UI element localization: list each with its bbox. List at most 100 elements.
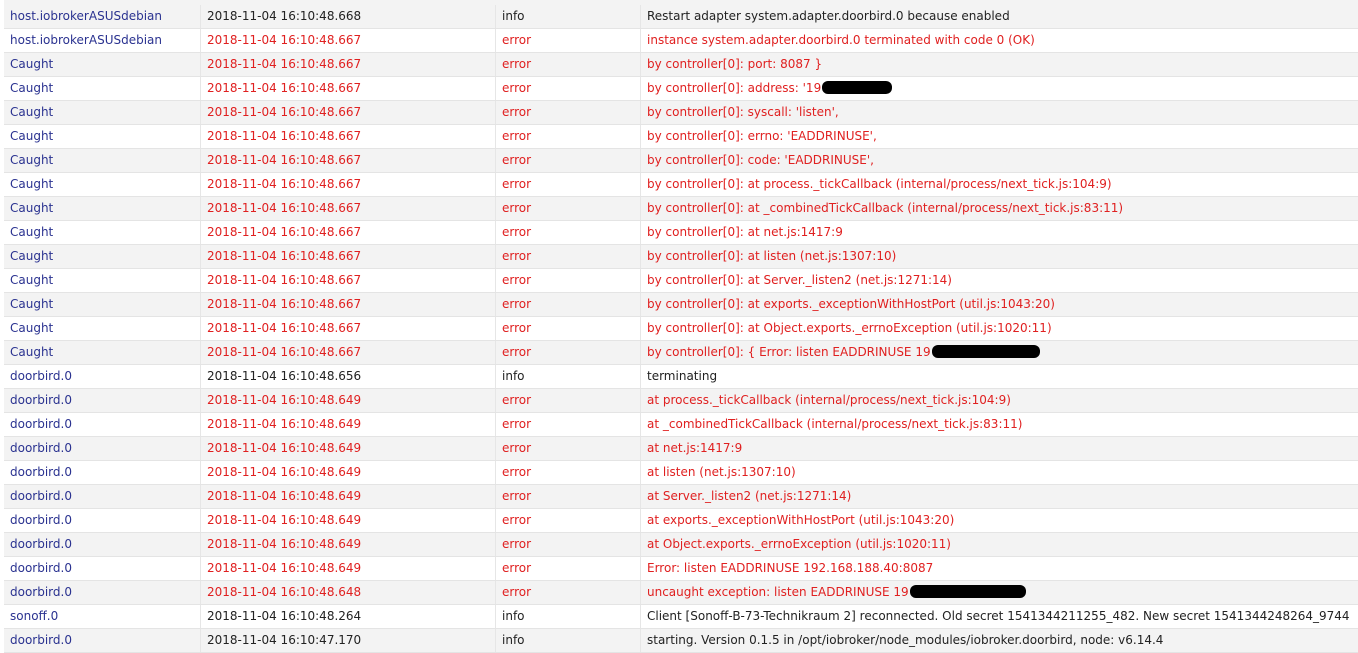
log-severity: error — [496, 221, 641, 245]
log-row[interactable]: doorbird.02018-11-04 16:10:48.649errorEr… — [4, 557, 1358, 581]
log-row[interactable]: Caught2018-11-04 16:10:48.667errorby con… — [4, 53, 1358, 77]
log-message: by controller[0]: errno: 'EADDRINUSE', — [641, 125, 1358, 149]
log-row[interactable]: doorbird.02018-11-04 16:10:48.649errorat… — [4, 485, 1358, 509]
log-message-text: terminating — [647, 369, 717, 383]
log-row[interactable]: Caught2018-11-04 16:10:48.667errorby con… — [4, 221, 1358, 245]
log-source-text: Caught — [10, 345, 53, 359]
log-severity-text: error — [502, 585, 531, 599]
log-row[interactable]: Caught2018-11-04 16:10:48.667errorby con… — [4, 317, 1358, 341]
log-source: doorbird.0 — [4, 389, 201, 413]
log-message-text: by controller[0]: at net.js:1417:9 — [647, 225, 843, 239]
log-row[interactable]: doorbird.02018-11-04 16:10:47.170infosta… — [4, 629, 1358, 653]
log-table: host.iobrokerASUSdebian 2018-11-04 16:10:… — [4, 5, 1358, 653]
log-severity-text: error — [502, 465, 531, 479]
log-message-text: by controller[0]: address: '19 — [647, 81, 821, 95]
log-row[interactable]: host.iobrokerASUSdebian2018-11-04 16:10:… — [4, 5, 1358, 29]
log-source-text: Caught — [10, 321, 53, 335]
log-row[interactable]: doorbird.02018-11-04 16:10:48.649errorat… — [4, 509, 1358, 533]
log-timestamp-text: 2018-11-04 16:10:48.667 — [207, 57, 361, 71]
log-severity: error — [496, 53, 641, 77]
log-row[interactable]: Caught2018-11-04 16:10:48.667errorby con… — [4, 245, 1358, 269]
log-source: sonoff.0 — [4, 605, 201, 629]
log-severity-text: error — [502, 129, 531, 143]
log-message-text: at process._tickCallback (internal/proce… — [647, 393, 1011, 407]
log-source-text: host.iobrokerASUSdebian — [10, 33, 162, 47]
log-timestamp: 2018-11-04 16:10:48.667 — [201, 341, 496, 365]
log-row[interactable]: doorbird.02018-11-04 16:10:48.656infoter… — [4, 365, 1358, 389]
log-message: Error: listen EADDRINUSE 192.168.188.40:… — [641, 557, 1358, 581]
log-severity: error — [496, 461, 641, 485]
log-source: Caught — [4, 53, 201, 77]
log-severity: error — [496, 509, 641, 533]
log-message: at Server._listen2 (net.js:1271:14) — [641, 485, 1358, 509]
log-source: Caught — [4, 173, 201, 197]
log-timestamp-text: 2018-11-04 16:10:48.667 — [207, 153, 361, 167]
log-timestamp: 2018-11-04 16:10:48.667 — [201, 125, 496, 149]
log-row[interactable]: Caught2018-11-04 16:10:48.667errorby con… — [4, 173, 1358, 197]
log-source: Caught — [4, 149, 201, 173]
log-message-text: at listen (net.js:1307:10) — [647, 465, 796, 479]
log-row[interactable]: Caught 2018-11-04 16:10:48.667 errorby con… — [4, 197, 1358, 221]
log-row[interactable]: doorbird.02018-11-04 16:10:48.648errorun… — [4, 581, 1358, 605]
log-row[interactable]: doorbird.02018-11-04 16:10:48.649errorat… — [4, 389, 1358, 413]
log-severity: error — [496, 125, 641, 149]
log-severity-text: error — [502, 537, 531, 551]
log-source-text: Caught — [10, 273, 53, 287]
log-severity-text: error — [502, 393, 531, 407]
log-source: Caught — [4, 341, 201, 365]
log-message: by controller[0]: { Error: listen EADDRI… — [641, 341, 1358, 365]
log-row[interactable]: Caught2018-11-04 16:10:48.667errorby con… — [4, 341, 1358, 365]
log-message: by controller[0]: address: '19 — [641, 77, 1358, 101]
log-message: at process._tickCallback (internal/proce… — [641, 389, 1358, 413]
log-message-text: at Object.exports._errnoException (util.… — [647, 537, 951, 551]
log-message: Restart adapter system.adapter.doorbird.… — [641, 5, 1358, 29]
log-message: by controller[0]: at _combinedTickCallba… — [641, 197, 1358, 221]
log-row[interactable]: Caught2018-11-04 16:10:48.667errorby con… — [4, 101, 1358, 125]
log-severity-text: info — [502, 609, 525, 623]
log-message-text: at Server._listen2 (net.js:1271:14) — [647, 489, 851, 503]
log-row[interactable]: doorbird.02018-11-04 16:10:48.649errorat… — [4, 461, 1358, 485]
log-row[interactable]: Caught2018-11-04 16:10:48.667errorby con… — [4, 125, 1358, 149]
log-row[interactable]: host.iobrokerASUSdebian2018-11-04 16:10:… — [4, 29, 1358, 53]
log-severity: error — [496, 557, 641, 581]
log-timestamp-text: 2018-11-04 16:10:48.667 — [207, 297, 361, 311]
log-severity: info — [496, 605, 641, 629]
log-source-text: host.iobrokerASUSdebian — [10, 9, 162, 23]
log-message-text: at exports._exceptionWithHostPort (util.… — [647, 513, 954, 527]
log-source: doorbird.0 — [4, 629, 201, 653]
log-timestamp: 2018-11-04 16:10:48.667 — [201, 53, 496, 77]
log-severity: error — [496, 317, 641, 341]
log-severity: info — [496, 365, 641, 389]
log-message: uncaught exception: listen EADDRINUSE 19 — [641, 581, 1358, 605]
log-message-text: by controller[0]: syscall: 'listen', — [647, 105, 839, 119]
log-row[interactable]: doorbird.02018-11-04 16:10:48.649errorat… — [4, 533, 1358, 557]
log-severity: error — [496, 197, 641, 221]
log-source-text: sonoff.0 — [10, 609, 58, 623]
log-source-text: doorbird.0 — [10, 537, 72, 551]
log-severity: error — [496, 437, 641, 461]
log-message-text: uncaught exception: listen EADDRINUSE 19 — [647, 585, 909, 599]
log-timestamp-text: 2018-11-04 16:10:48.667 — [207, 225, 361, 239]
log-row[interactable]: doorbird.02018-11-04 16:10:48.649errorat… — [4, 413, 1358, 437]
log-source-text: doorbird.0 — [10, 369, 72, 383]
log-source: doorbird.0 — [4, 557, 201, 581]
log-severity: error — [496, 29, 641, 53]
log-source: doorbird.0 — [4, 581, 201, 605]
log-row[interactable]: Caught2018-11-04 16:10:48.667errorby con… — [4, 269, 1358, 293]
log-message-text: Client [Sonoff-B-73-Technikraum 2] recon… — [647, 609, 1350, 623]
log-message: terminating — [641, 365, 1358, 389]
log-row[interactable]: Caught 2018-11-04 16:10:48.667 error by con… — [4, 149, 1358, 173]
log-message-text: by controller[0]: code: 'EADDRINUSE', — [647, 153, 874, 167]
log-row[interactable]: doorbird.02018-11-04 16:10:48.649errorat… — [4, 437, 1358, 461]
log-severity: info — [496, 5, 641, 29]
log-severity-text: error — [502, 153, 531, 167]
log-timestamp-text: 2018-11-04 16:10:48.667 — [207, 105, 361, 119]
log-source: Caught — [4, 197, 201, 221]
log-timestamp-text: 2018-11-04 16:10:48.667 — [207, 201, 361, 215]
log-source: doorbird.0 — [4, 509, 201, 533]
log-row[interactable]: Caught2018-11-04 16:10:48.667errorby con… — [4, 77, 1358, 101]
log-row[interactable]: Caught2018-11-04 16:10:48.667errorby con… — [4, 293, 1358, 317]
log-source-text: doorbird.0 — [10, 585, 72, 599]
log-row[interactable]: sonoff.02018-11-04 16:10:48.264infoClien… — [4, 605, 1358, 629]
log-source: Caught — [4, 77, 201, 101]
